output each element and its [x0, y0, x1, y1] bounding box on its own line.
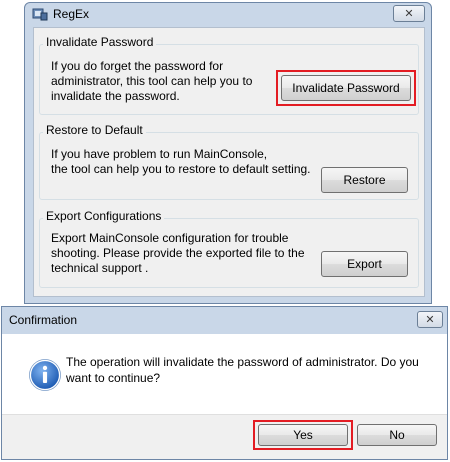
group-text-export-configurations: Export MainConsole configuration for tro…	[51, 231, 331, 276]
group-title-invalidate-password: Invalidate Password	[43, 35, 157, 49]
main-window-title: RegEx	[53, 7, 90, 21]
confirmation-dialog: Confirmation ✕ The operation will invali…	[1, 306, 448, 460]
main-titlebar[interactable]: RegEx ✕	[25, 3, 431, 25]
confirmation-message-line: want to continue?	[66, 371, 161, 385]
group-title-export-configurations: Export Configurations	[43, 209, 165, 223]
group-text-line: technical support .	[51, 261, 149, 275]
group-text-line: If you have problem to run MainConsole,	[51, 147, 268, 161]
confirmation-close-button[interactable]: ✕	[417, 311, 443, 328]
invalidate-password-button[interactable]: Invalidate Password	[281, 75, 411, 101]
group-text-line: If you do forget the password for	[51, 59, 224, 73]
confirmation-message: The operation will invalidate the passwo…	[66, 354, 436, 386]
yes-button[interactable]: Yes	[258, 424, 348, 446]
group-text-line: shooting. Please provide the exported fi…	[51, 246, 305, 260]
restore-button[interactable]: Restore	[321, 167, 408, 193]
close-icon: ✕	[404, 8, 414, 20]
confirmation-message-line: The operation will invalidate the passwo…	[66, 355, 419, 369]
group-text-line: invalidate the password.	[51, 89, 180, 103]
group-text-invalidate-password: If you do forget the password for admini…	[51, 59, 291, 104]
group-text-line: administrator, this tool can help you to	[51, 74, 253, 88]
confirmation-client-area: The operation will invalidate the passwo…	[2, 334, 447, 459]
no-button[interactable]: No	[357, 424, 437, 446]
main-client-area: Invalidate Password If you do forget the…	[33, 27, 425, 297]
group-text-restore-default: If you have problem to run MainConsole, …	[51, 147, 351, 177]
confirmation-button-bar: Yes No	[2, 414, 447, 459]
group-text-line: the tool can help you to restore to defa…	[51, 162, 311, 176]
export-button[interactable]: Export	[321, 251, 408, 277]
group-text-line: Export MainConsole configuration for tro…	[51, 231, 289, 245]
main-window: RegEx ✕ Invalidate Password If you do fo…	[24, 2, 432, 304]
info-icon	[29, 359, 61, 391]
confirmation-title: Confirmation	[9, 313, 78, 327]
close-icon: ✕	[425, 314, 435, 326]
group-title-restore-default: Restore to Default	[43, 123, 146, 137]
app-icon	[32, 8, 48, 21]
main-close-button[interactable]: ✕	[393, 5, 425, 22]
